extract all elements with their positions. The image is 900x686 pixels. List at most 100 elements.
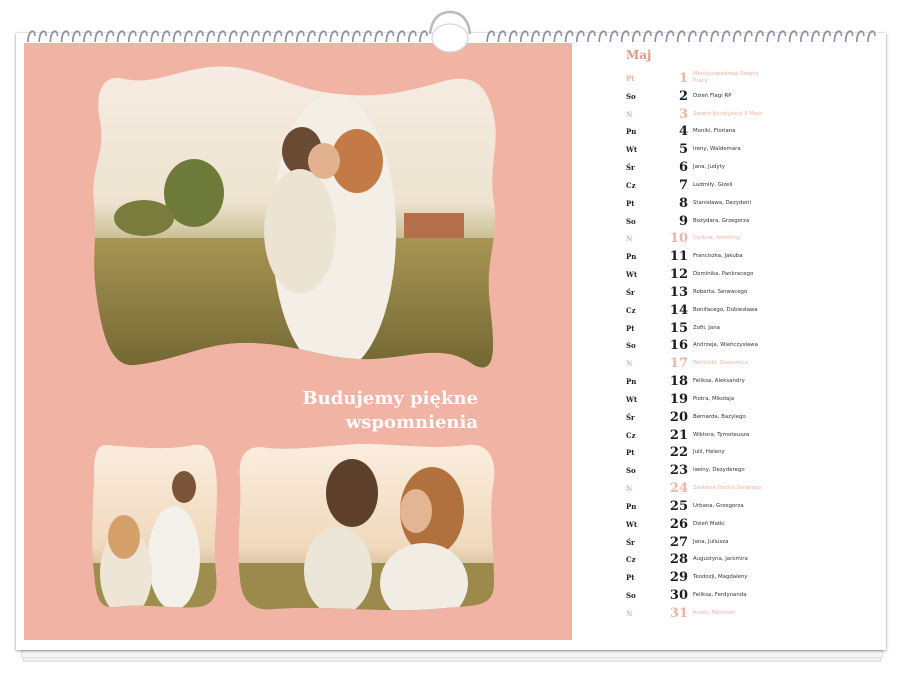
day-row: So 2 Dzień Flagi RP [622,88,872,106]
weekday-abbr: Śr [626,537,635,547]
weekday-abbr: N [626,234,633,244]
day-row: Pt 22 Julii, Heleny [622,444,872,462]
coil [665,30,675,43]
wide-photo [238,444,495,611]
day-number: 21 [669,427,688,443]
day-row: Cz 21 Wiktora, Tymoteusza [622,427,872,445]
day-number: 31 [669,605,688,621]
day-list: Pt 1 Międzynarodowe Święto Pracy So 2 Dzień F… [622,70,872,623]
coil [116,30,126,43]
weekday-abbr: Cz [626,555,636,565]
coil [296,30,305,43]
coil [766,30,775,43]
weekday-abbr: Cz [626,180,636,190]
coil [217,30,227,43]
weekday-abbr: So [626,591,636,601]
day-number: 28 [669,552,688,568]
day-number: 24 [669,481,688,497]
coil [699,30,708,43]
coil [374,30,383,43]
weekday-abbr: Wt [626,270,638,280]
name-day-text: Feliksa, Aleksandry [693,378,745,385]
coil [564,30,574,43]
spiral-binding [27,10,876,53]
weekday-abbr: N [626,109,633,119]
name-day-text: Zesłanie Ducha Świętego [693,485,762,492]
day-number: 27 [669,534,688,550]
day-number: 29 [669,570,688,586]
day-number: 30 [669,588,688,604]
small-photo [92,444,218,608]
day-row: Śr 13 Roberta, Serwacego [622,284,872,302]
hanger-notch [431,23,469,53]
coil [396,30,406,43]
name-day-text: Julii, Heleny [693,449,725,456]
day-number: 16 [669,338,688,354]
weekday-abbr: Wt [626,145,638,155]
coil [329,30,339,43]
weekday-abbr: Śr [626,287,635,297]
coil [744,30,753,43]
weekday-abbr: N [626,608,633,618]
coil [553,30,563,43]
day-number: 7 [678,177,688,193]
name-day-text: Wiktora, Tymoteusza [693,431,750,438]
name-day-text: Piotra, Mikołaja [693,395,735,402]
coil [732,30,742,43]
coil [60,30,70,43]
day-number: 2 [678,88,688,104]
day-number: 3 [678,106,688,122]
name-day-text: Stanisława, Dezyderii [693,199,751,206]
day-row: So 30 Feliksa, Ferdynanda [622,587,872,605]
coil [72,30,81,43]
day-number: 25 [669,498,688,514]
day-number: 20 [669,409,688,425]
coil [688,30,697,43]
coil [833,30,843,43]
day-number: 13 [669,284,688,300]
coil [83,30,92,43]
coil [856,30,865,43]
name-day-text: Augustyna, Jaromira [693,556,748,563]
weekday-abbr: Pn [626,501,637,511]
coil [139,30,148,43]
name-day-text: Jana, Judyty [693,164,725,171]
day-row: Śr 27 Jana, Juliusza [622,534,872,552]
name-day-text: Weroniki, Sławomira [693,360,748,367]
coil [643,30,652,43]
coil [419,30,428,43]
coil [150,30,159,43]
name-day-text: Izydora, Antoniny [693,235,741,242]
coil [497,30,507,43]
coil [598,30,607,43]
coil [486,30,495,43]
name-day-text: Dzień Matki [693,520,725,527]
coil [195,30,204,43]
day-row: Pn 4 Moniki, Floriana [622,123,872,141]
day-row: Śr 20 Bernarda, Bazylego [622,409,872,427]
coil [94,30,103,43]
coil [352,30,361,43]
coil [867,30,876,43]
coil [262,30,271,43]
photo-panel: Budujemy piękne wspomnienia [24,43,572,640]
day-row: So 9 Bożydara, Grzegorza [622,213,872,231]
day-number: 4 [678,124,688,140]
coil [172,30,182,43]
coil [632,30,641,43]
name-day-text: Święto Konstytucji 3 Maja [693,110,762,117]
day-row: N 3 Święto Konstytucji 3 Maja [622,106,872,124]
coil [307,30,316,43]
calendar-page-edge [21,650,883,658]
day-number: 10 [669,231,688,247]
name-day-text: Dominika, Pankracego [693,271,754,278]
main-photo [93,66,496,368]
headline-line: wspomnienia [345,412,478,433]
coil [587,30,596,43]
name-day-text: Anieli, Petroneli [693,609,735,616]
day-row: So 23 Iwony, Dezyderego [622,462,872,480]
coil [284,30,294,43]
coil [844,30,854,43]
day-row: Cz 28 Augustyna, Jaromira [622,551,872,569]
day-row: Pn 18 Feliksa, Aleksandry [622,373,872,391]
